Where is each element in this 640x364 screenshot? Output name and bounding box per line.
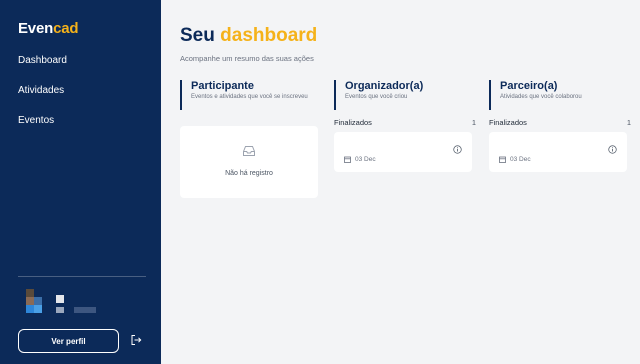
section-parceiro: Parceiro(a) Atividades que você colaboro… <box>489 80 620 110</box>
list-count: 1 <box>471 118 476 127</box>
empty-card: Não há registro <box>180 126 318 198</box>
section-description: Eventos que você criou <box>345 94 408 100</box>
main-content: Seu dashboard Acompanhe um resumo das su… <box>161 0 640 364</box>
title-prefix: Seu <box>180 25 215 46</box>
section-organizador: Organizador(a) Eventos que você criou <box>334 80 465 110</box>
section-description: Atividades que você colaborou <box>500 94 582 100</box>
nav-item-eventos[interactable]: Eventos <box>18 115 54 126</box>
event-date-text: 03 Dec <box>355 156 376 163</box>
list-count: 1 <box>626 118 631 127</box>
empty-text: Não há registro <box>225 170 273 177</box>
event-date: 03 Dec <box>499 156 531 163</box>
nav-item-dashboard[interactable]: Dashboard <box>18 55 67 66</box>
page-subtitle: Acompanhe um resumo das suas ações <box>180 54 314 63</box>
event-card[interactable]: 03 Dec <box>334 132 472 172</box>
list-header-parceiro: Finalizados 1 <box>489 118 631 127</box>
info-icon[interactable] <box>608 145 617 154</box>
list-header-organizador: Finalizados 1 <box>334 118 476 127</box>
brand-suffix: cad <box>53 20 79 37</box>
list-label: Finalizados <box>489 118 527 127</box>
nav-item-atividades[interactable]: Atividades <box>18 85 64 96</box>
event-date: 03 Dec <box>344 156 376 163</box>
section-title: Participante <box>191 80 254 92</box>
ver-perfil-button[interactable]: Ver perfil <box>18 329 119 353</box>
page-title: Seu dashboard <box>180 25 317 47</box>
event-date-text: 03 Dec <box>510 156 531 163</box>
title-highlight: dashboard <box>220 25 318 46</box>
calendar-icon <box>344 156 351 163</box>
logout-icon[interactable] <box>130 334 142 346</box>
inbox-icon <box>243 146 255 156</box>
calendar-icon <box>499 156 506 163</box>
sidebar: Evencad Dashboard Atividades Eventos Ver… <box>0 0 161 364</box>
brand-logo[interactable]: Evencad <box>18 20 79 37</box>
list-label: Finalizados <box>334 118 372 127</box>
avatar <box>26 289 96 313</box>
info-icon[interactable] <box>453 145 462 154</box>
section-title: Organizador(a) <box>345 80 424 92</box>
event-card[interactable]: 03 Dec <box>489 132 627 172</box>
section-description: Eventos e atividades que você se inscrev… <box>191 94 308 100</box>
brand-prefix: Even <box>18 20 54 37</box>
section-participante: Participante Eventos e atividades que vo… <box>180 80 311 110</box>
sidebar-divider <box>18 276 146 277</box>
section-title: Parceiro(a) <box>500 80 558 92</box>
